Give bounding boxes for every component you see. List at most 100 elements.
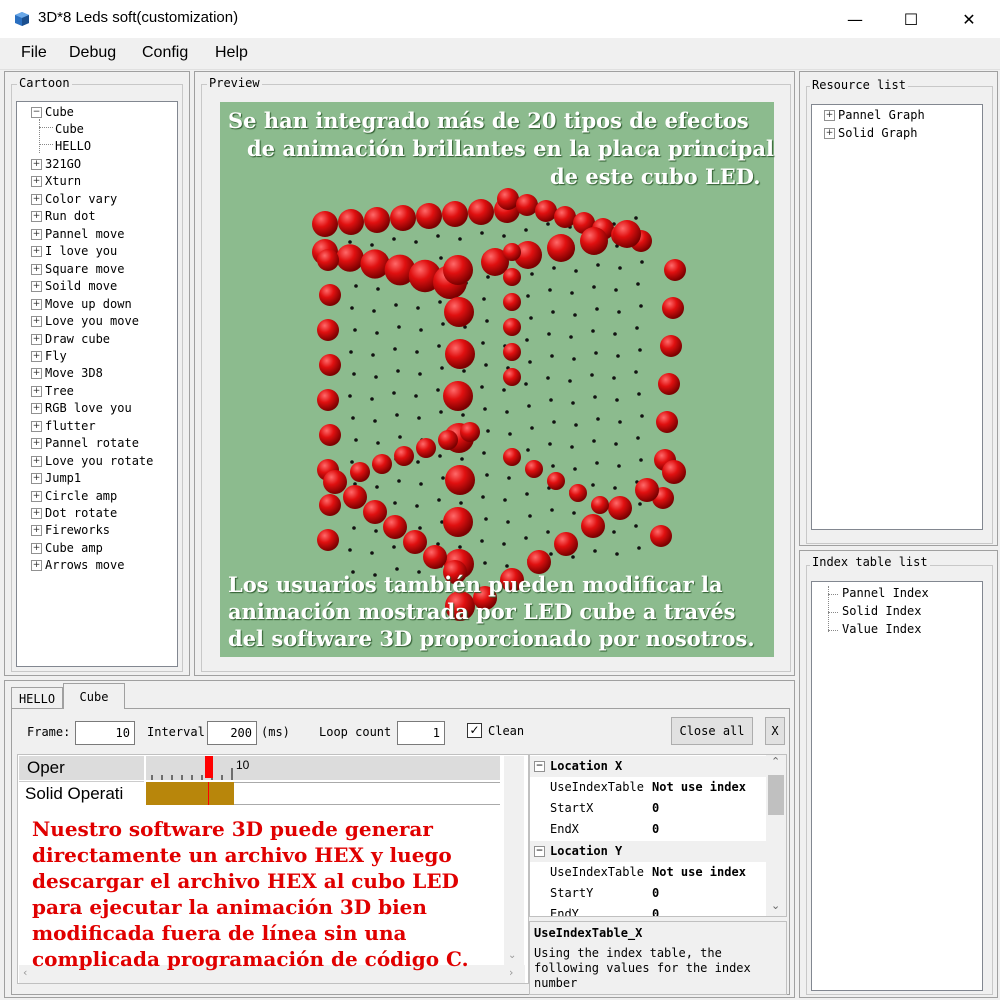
prop-row[interactable]: UseIndexTable Not use index: [530, 862, 766, 883]
tree-node-animation[interactable]: + Soild move: [31, 278, 117, 295]
expand-icon[interactable]: +: [31, 246, 42, 258]
scroll-down-icon[interactable]: ⌄: [508, 950, 516, 961]
prop-value[interactable]: Not use index: [652, 862, 746, 883]
prop-row[interactable]: UseIndexTable Not use index: [530, 777, 766, 798]
tree-node-value-index[interactable]: Value Index: [842, 621, 921, 638]
prop-value[interactable]: 0: [652, 798, 659, 819]
prop-row[interactable]: StartY 0: [530, 883, 766, 904]
expand-icon[interactable]: +: [31, 159, 42, 170]
prop-value[interactable]: 0: [652, 883, 659, 904]
expand-icon[interactable]: +: [31, 542, 42, 554]
preview-canvas[interactable]: Se han integrado más de 20 tipos de efec…: [220, 102, 774, 657]
prop-value[interactable]: 0: [652, 819, 659, 840]
menu-file[interactable]: File: [21, 44, 47, 62]
timeline-frame-block[interactable]: [146, 782, 234, 805]
prop-row[interactable]: EndX 0: [530, 819, 766, 840]
expand-icon[interactable]: +: [31, 368, 42, 380]
expand-icon[interactable]: +: [824, 110, 835, 121]
prop-value[interactable]: 0: [652, 904, 659, 916]
expand-icon[interactable]: +: [31, 455, 42, 467]
timeline-vscroll[interactable]: ⌄: [504, 756, 524, 966]
expand-icon[interactable]: +: [31, 385, 42, 397]
tree-node-animation[interactable]: + Jump1: [31, 470, 81, 487]
expand-icon[interactable]: +: [31, 420, 42, 432]
scroll-thumb[interactable]: [768, 775, 784, 815]
category-location-y[interactable]: − Location Y: [530, 841, 766, 862]
scroll-up-icon[interactable]: ⌃: [771, 755, 780, 768]
menu-config[interactable]: Config: [142, 44, 188, 62]
tree-node-animation[interactable]: + Move up down: [31, 296, 132, 313]
tree-node-solid-graph[interactable]: + Solid Graph: [824, 125, 917, 142]
close-window-button[interactable]: ✕: [940, 0, 998, 38]
expand-icon[interactable]: +: [31, 263, 42, 275]
collapse-icon[interactable]: −: [534, 761, 545, 772]
tree-node-animation[interactable]: +321GO: [31, 156, 81, 173]
expand-icon[interactable]: +: [31, 333, 42, 345]
tree-node-animation[interactable]: + Tree: [31, 383, 74, 400]
tree-node-animation[interactable]: + Fireworks: [31, 522, 110, 539]
tree-node-animation[interactable]: + Arrows move: [31, 557, 124, 574]
category-location-x[interactable]: − Location X: [530, 756, 766, 777]
expand-icon[interactable]: +: [31, 560, 42, 572]
tree-node-animation[interactable]: + Pannel rotate: [31, 435, 139, 452]
tree-node-animation[interactable]: + Dot rotate: [31, 505, 117, 522]
tree-node-animation[interactable]: + Love you rotate: [31, 453, 153, 470]
tab-cube[interactable]: Cube: [63, 683, 125, 709]
expand-icon[interactable]: +: [31, 438, 42, 450]
property-grid[interactable]: − Location X UseIndexTable Not use index …: [529, 754, 787, 917]
timeline-cursor[interactable]: [205, 756, 213, 778]
timeline-row-label[interactable]: Solid Operati: [19, 781, 144, 805]
expand-icon[interactable]: +: [31, 211, 42, 223]
interval-input[interactable]: 200: [207, 721, 257, 745]
expand-icon[interactable]: +: [31, 298, 42, 310]
close-x-button[interactable]: X: [765, 717, 785, 745]
resource-tree[interactable]: + Pannel Graph + Solid Graph: [811, 104, 983, 530]
menu-debug[interactable]: Debug: [69, 44, 116, 62]
tree-node-animation[interactable]: + Color vary: [31, 191, 117, 208]
expand-icon[interactable]: +: [31, 176, 42, 188]
cartoon-tree[interactable]: − Cube Cube HELLO +321GO + Xturn + Color vary…: [16, 101, 178, 667]
tree-node-animation[interactable]: + RGB love you: [31, 400, 132, 417]
prop-row[interactable]: StartX 0: [530, 798, 766, 819]
prop-row[interactable]: EndY 0: [530, 904, 766, 916]
expand-icon[interactable]: +: [31, 350, 42, 362]
collapse-icon[interactable]: −: [534, 846, 545, 857]
tree-node-animation[interactable]: + Xturn: [31, 173, 81, 190]
scroll-down-icon[interactable]: ⌄: [771, 899, 780, 912]
tab-hello[interactable]: HELLO: [11, 687, 63, 709]
index-table-tree[interactable]: Pannel Index Solid Index Value Index: [811, 581, 983, 991]
tree-node-animation[interactable]: + Circle amp: [31, 488, 117, 505]
expand-icon[interactable]: +: [31, 403, 42, 415]
tree-node-animation[interactable]: + I love you: [31, 243, 117, 260]
expand-icon[interactable]: +: [31, 473, 42, 485]
collapse-icon[interactable]: −: [31, 107, 42, 118]
menu-help[interactable]: Help: [215, 44, 248, 62]
timeline-empty-track[interactable]: [234, 782, 500, 805]
timeline-area[interactable]: Oper Solid Operati 10 ⌄ ‹ › Nuestro soft…: [17, 754, 529, 984]
expand-icon[interactable]: +: [31, 193, 42, 205]
expand-icon[interactable]: +: [31, 508, 42, 519]
expand-icon[interactable]: +: [31, 525, 42, 537]
timeline-ruler[interactable]: 10: [146, 756, 500, 780]
expand-icon[interactable]: +: [31, 490, 42, 502]
expand-icon[interactable]: +: [31, 281, 42, 293]
clean-checkbox[interactable]: ✓: [467, 723, 482, 738]
tree-node-animation[interactable]: + Run dot: [31, 208, 96, 225]
scroll-right-icon[interactable]: ›: [509, 966, 513, 979]
prop-value[interactable]: Not use index: [652, 777, 746, 798]
tree-node-animation[interactable]: + Move 3D8: [31, 365, 103, 382]
tree-node-animation[interactable]: + Square move: [31, 261, 124, 278]
tree-node-pannel-index[interactable]: Pannel Index: [842, 585, 929, 602]
tree-node-animation[interactable]: + Pannel move: [31, 226, 124, 243]
maximize-button[interactable]: ☐: [882, 0, 940, 38]
tree-node-animation[interactable]: + Love you move: [31, 313, 139, 330]
frame-input[interactable]: 10: [75, 721, 135, 745]
tree-node-solid-index[interactable]: Solid Index: [842, 603, 921, 620]
tree-node-hello[interactable]: HELLO: [55, 138, 91, 155]
loop-count-input[interactable]: 1: [397, 721, 445, 745]
tree-node-animation[interactable]: + Cube amp: [31, 540, 103, 557]
expand-icon[interactable]: +: [31, 316, 42, 328]
scroll-left-icon[interactable]: ‹: [23, 966, 27, 979]
tree-node-cube-child[interactable]: Cube: [55, 121, 84, 138]
tree-node-animation[interactable]: + Fly: [31, 348, 67, 365]
